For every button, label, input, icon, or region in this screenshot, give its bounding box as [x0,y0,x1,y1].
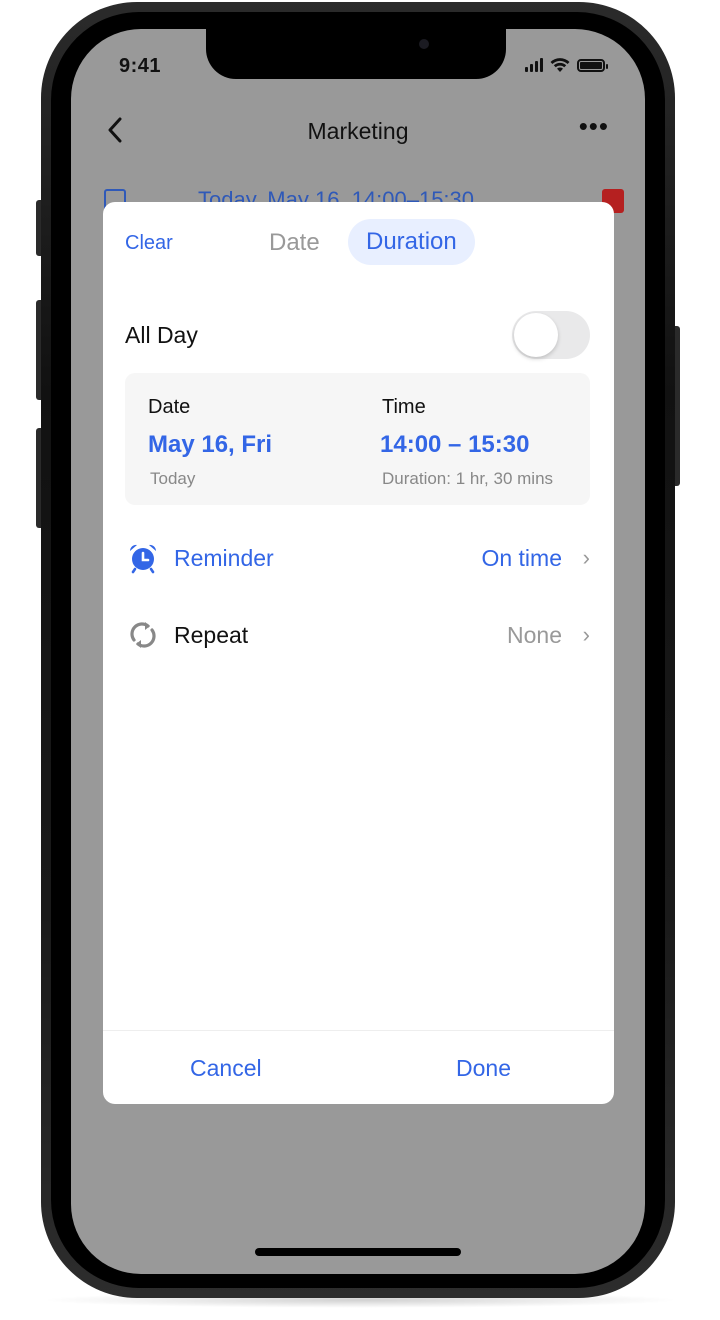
repeat-value: None [507,622,562,648]
time-value[interactable]: 14:00 – 15:30 [380,431,529,459]
repeat-row[interactable]: Repeat None › [125,616,590,656]
status-time: 9:41 [119,55,162,77]
reminder-row[interactable]: Reminder On time › [125,539,590,579]
cancel-button[interactable]: Cancel [190,1055,262,1082]
wifi-icon [550,58,570,72]
status-icons [525,57,608,73]
reminder-value: On time [481,545,562,571]
more-button[interactable]: ••• [579,111,609,142]
alarm-clock-icon [129,544,157,574]
front-camera [419,39,429,49]
chevron-right-icon: › [582,622,590,647]
date-value[interactable]: May 16, Fri [148,431,272,459]
chevron-right-icon: › [582,545,590,570]
reminder-label: Reminder [174,545,274,571]
tab-duration[interactable]: Duration [348,219,475,265]
footer-divider [103,1030,614,1031]
date-time-card: Date May 16, Fri Today Time 14:00 – 15:3… [125,373,590,505]
date-duration-sheet: Clear Date Duration All Day Date May 16,… [103,202,614,1104]
all-day-toggle[interactable] [512,311,590,359]
date-sub: Today [150,469,196,488]
repeat-icon [130,622,156,648]
clear-button[interactable]: Clear [125,232,173,255]
done-button[interactable]: Done [456,1055,511,1082]
tab-date[interactable]: Date [269,229,320,257]
home-indicator [255,1248,461,1256]
page-title: Marketing [307,118,409,144]
repeat-label: Repeat [174,622,249,648]
notch [206,29,506,79]
toggle-knob [514,313,558,357]
all-day-label: All Day [125,322,198,348]
duration-sub: Duration: 1 hr, 30 mins [382,469,554,488]
more-icon: ••• [578,111,609,141]
cellular-signal-icon [525,58,543,72]
battery-icon [577,58,608,72]
date-label: Date [148,396,191,418]
time-label: Time [382,396,426,418]
